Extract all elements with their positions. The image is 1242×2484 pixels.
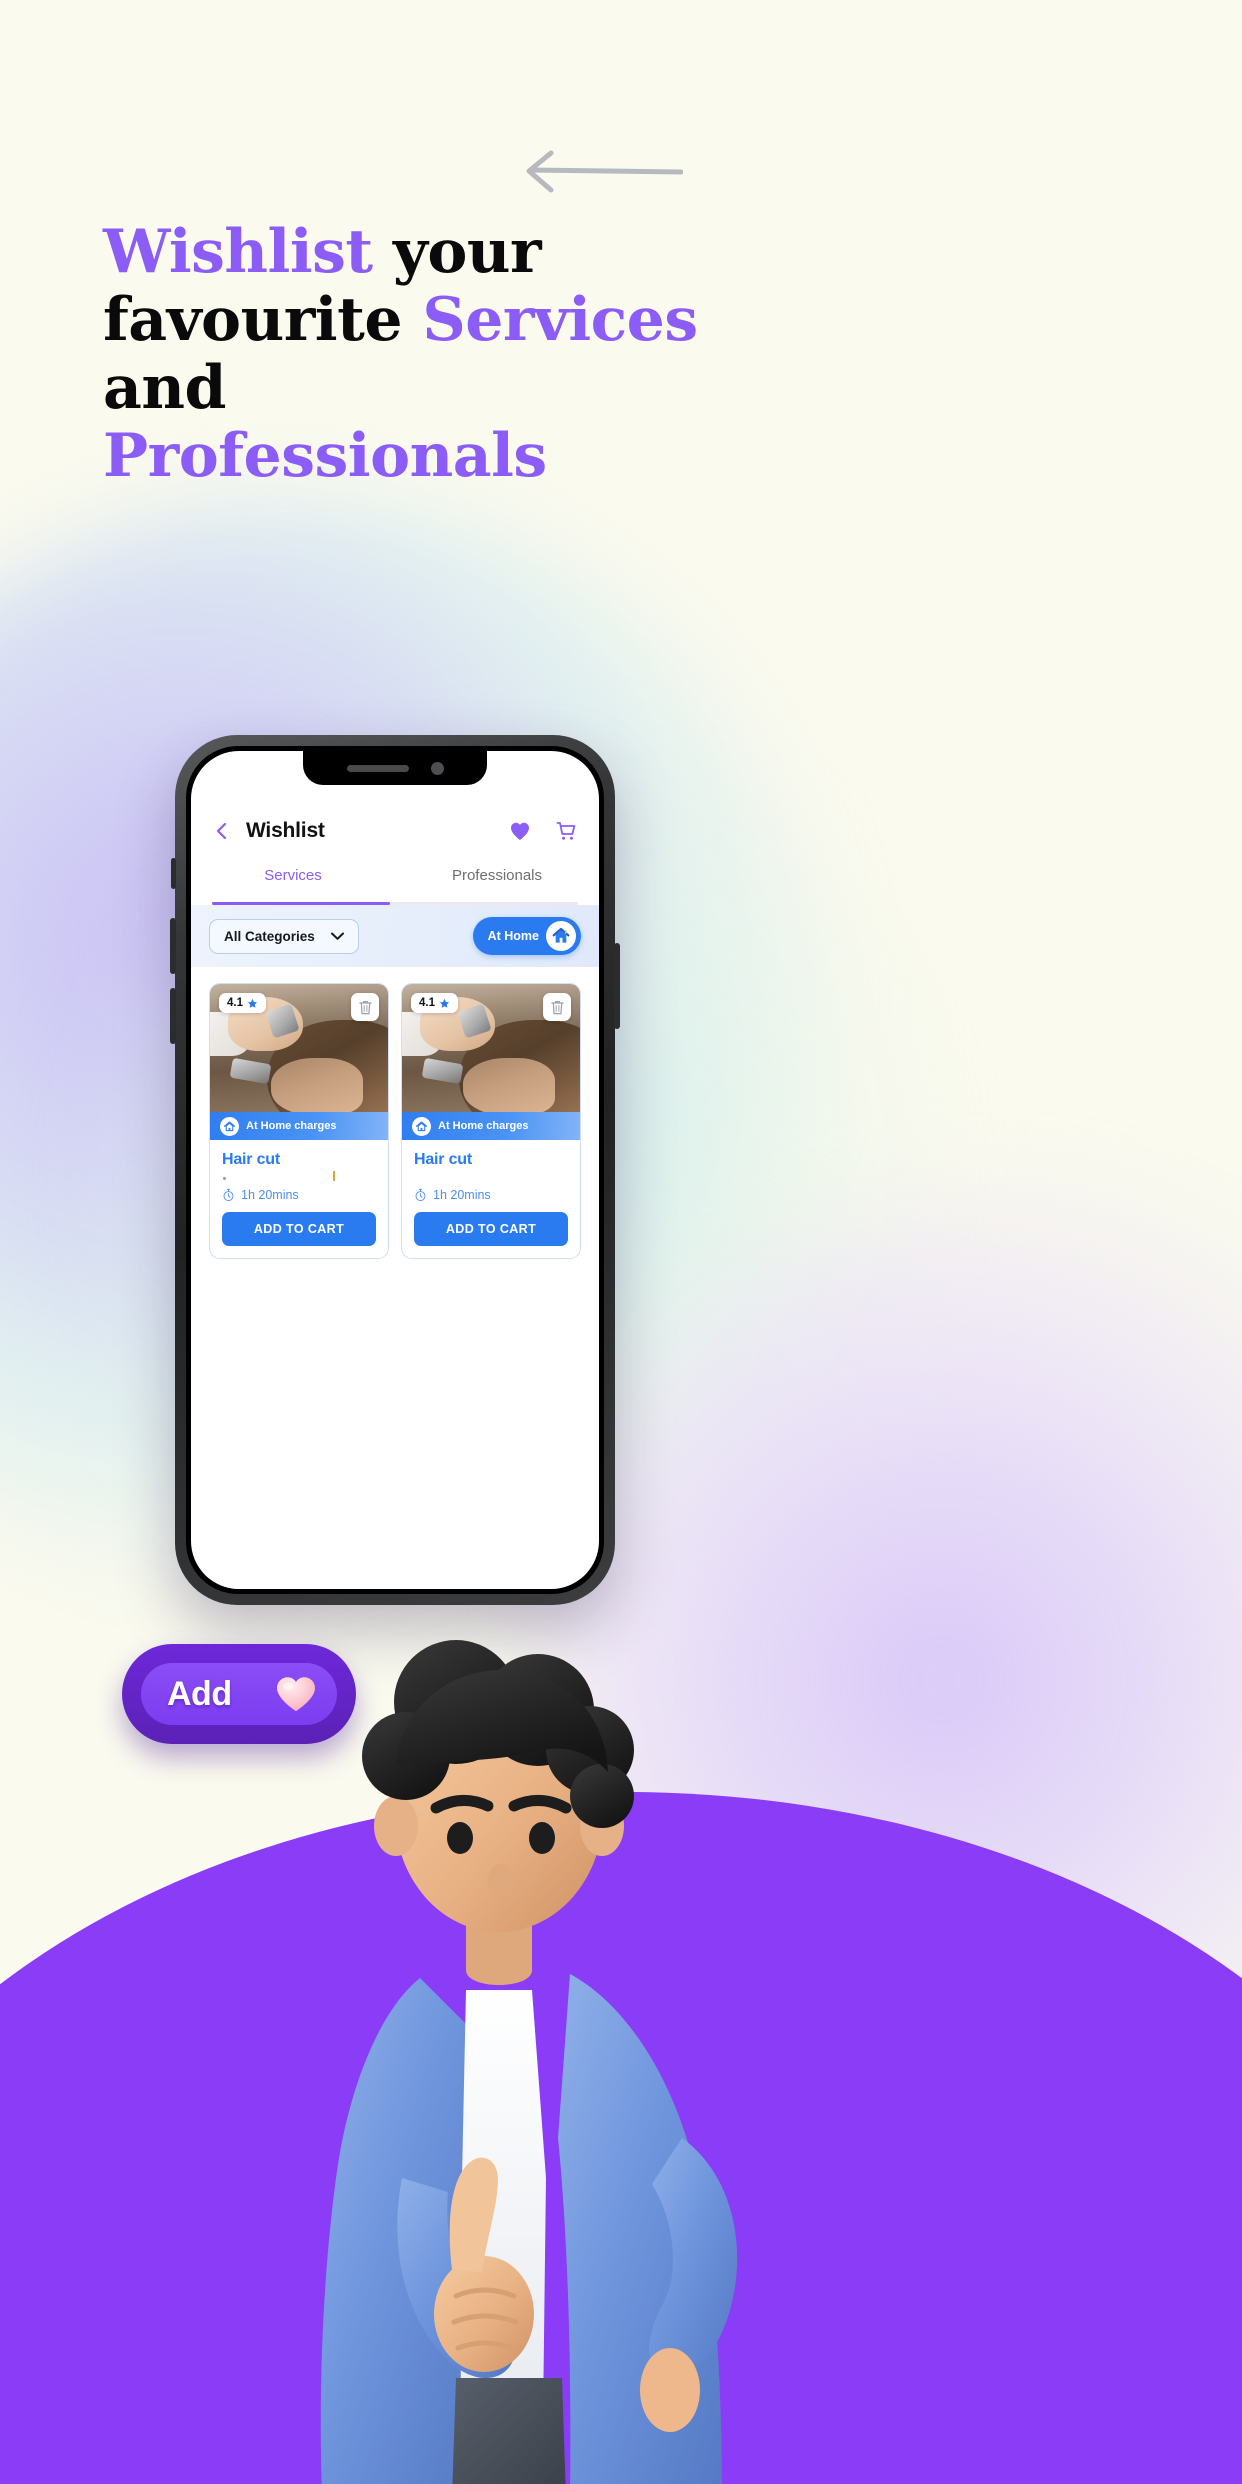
delete-wishlist-item-button[interactable]	[351, 993, 379, 1021]
phone-silence-switch[interactable]	[171, 858, 176, 889]
headline-word-services: Services	[422, 285, 698, 355]
service-card-body: Hair cut 1h 20mins ADD TO CART	[402, 1140, 580, 1258]
delete-wishlist-item-button[interactable]	[543, 993, 571, 1021]
category-dropdown[interactable]: All Categories	[209, 918, 359, 954]
at-home-toggle-label: At Home	[487, 929, 539, 943]
wishlist-tabs: Services Professionals	[191, 863, 599, 905]
category-dropdown-label: All Categories	[224, 928, 315, 944]
headline-word-and: and	[103, 353, 226, 423]
price-tick	[332, 1171, 335, 1181]
service-duration: 1h 20mins	[414, 1188, 568, 1202]
trash-icon	[550, 1000, 564, 1014]
phone-bezel: Wishlist Services Professionals All Cate…	[186, 746, 604, 1594]
promo-headline: Wishlist your favourite Services and Pro…	[103, 218, 723, 490]
service-price-row	[414, 1169, 568, 1186]
service-name: Hair cut	[414, 1151, 472, 1168]
arrow-left-icon	[526, 150, 683, 193]
at-home-charges-banner: At Home charges	[210, 1112, 388, 1140]
app-header: Wishlist	[191, 803, 599, 859]
service-card-body: Hair cut 1h 20mins ADD TO CART	[210, 1140, 388, 1258]
rating-value: 4.1	[419, 997, 435, 1009]
service-duration: 1h 20mins	[222, 1188, 376, 1202]
service-price-row	[222, 1169, 376, 1186]
phone-power-button[interactable]	[614, 943, 620, 1029]
house-icon	[220, 1116, 239, 1136]
timer-icon	[415, 1188, 426, 1202]
phone-notch	[303, 751, 487, 785]
heart-3d-icon	[277, 1677, 315, 1712]
shopping-cart-icon[interactable]	[554, 819, 578, 843]
duration-text: 1h 20mins	[433, 1188, 491, 1202]
photo-nape-shape	[270, 1058, 364, 1112]
tab-professionals[interactable]: Professionals	[395, 863, 599, 905]
chevron-down-icon	[330, 932, 344, 940]
add-to-cart-button[interactable]: ADD TO CART	[222, 1212, 376, 1246]
tab-services[interactable]: Services	[191, 863, 395, 905]
chevron-left-icon[interactable]	[212, 821, 232, 841]
service-card[interactable]: 4.1 At Home charges Hair cut 1h 20mins A…	[209, 983, 389, 1259]
phone-volume-up-button[interactable]	[170, 918, 176, 974]
headline-word-your: your	[372, 217, 542, 287]
photo-nape-shape	[462, 1058, 556, 1112]
phone-volume-down-button[interactable]	[170, 988, 176, 1044]
rating-value: 4.1	[227, 997, 243, 1009]
trash-icon	[358, 1000, 372, 1014]
headline-word-favourite: favourite	[103, 285, 423, 355]
add-badge-label: Add	[167, 1674, 232, 1713]
timer-icon	[223, 1188, 234, 1202]
header-actions	[508, 819, 578, 843]
add-to-wishlist-badge[interactable]: Add	[122, 1644, 356, 1744]
banner-text: At Home charges	[438, 1120, 529, 1132]
add-to-cart-button[interactable]: ADD TO CART	[414, 1212, 568, 1246]
star-icon	[439, 998, 450, 1008]
service-name: Hair cut	[222, 1151, 280, 1168]
service-card-grid: 4.1 At Home charges Hair cut 1h 20mins A…	[209, 983, 581, 1259]
at-home-toggle[interactable]: At Home	[472, 917, 581, 955]
price-dot	[223, 1177, 226, 1180]
rating-badge: 4.1	[219, 993, 266, 1013]
speaker-grill	[346, 764, 409, 772]
page-title: Wishlist	[246, 819, 325, 842]
banner-text: At Home charges	[246, 1120, 337, 1132]
headline-word-wishlist: Wishlist	[103, 217, 373, 287]
star-icon	[247, 998, 258, 1008]
service-photo: 4.1	[210, 984, 388, 1112]
heart-filled-icon[interactable]	[508, 819, 532, 843]
phone-screen: Wishlist Services Professionals All Cate…	[191, 751, 599, 1589]
add-badge-inner: Add	[141, 1663, 337, 1725]
at-home-charges-banner: At Home charges	[402, 1112, 580, 1140]
headline-word-professionals: Professionals	[103, 421, 547, 491]
filter-bar: All Categories At Home	[191, 905, 599, 967]
service-card[interactable]: 4.1 At Home charges Hair cut 1h 20mins A…	[401, 983, 581, 1259]
3d-man-thumbs-up-illustration	[320, 1640, 738, 2484]
house-icon	[546, 921, 576, 951]
duration-text: 1h 20mins	[241, 1188, 299, 1202]
phone-mockup: Wishlist Services Professionals All Cate…	[170, 735, 620, 1605]
rating-badge: 4.1	[411, 993, 458, 1013]
front-camera-icon	[430, 761, 444, 775]
service-photo: 4.1	[402, 984, 580, 1112]
house-icon	[412, 1116, 431, 1136]
